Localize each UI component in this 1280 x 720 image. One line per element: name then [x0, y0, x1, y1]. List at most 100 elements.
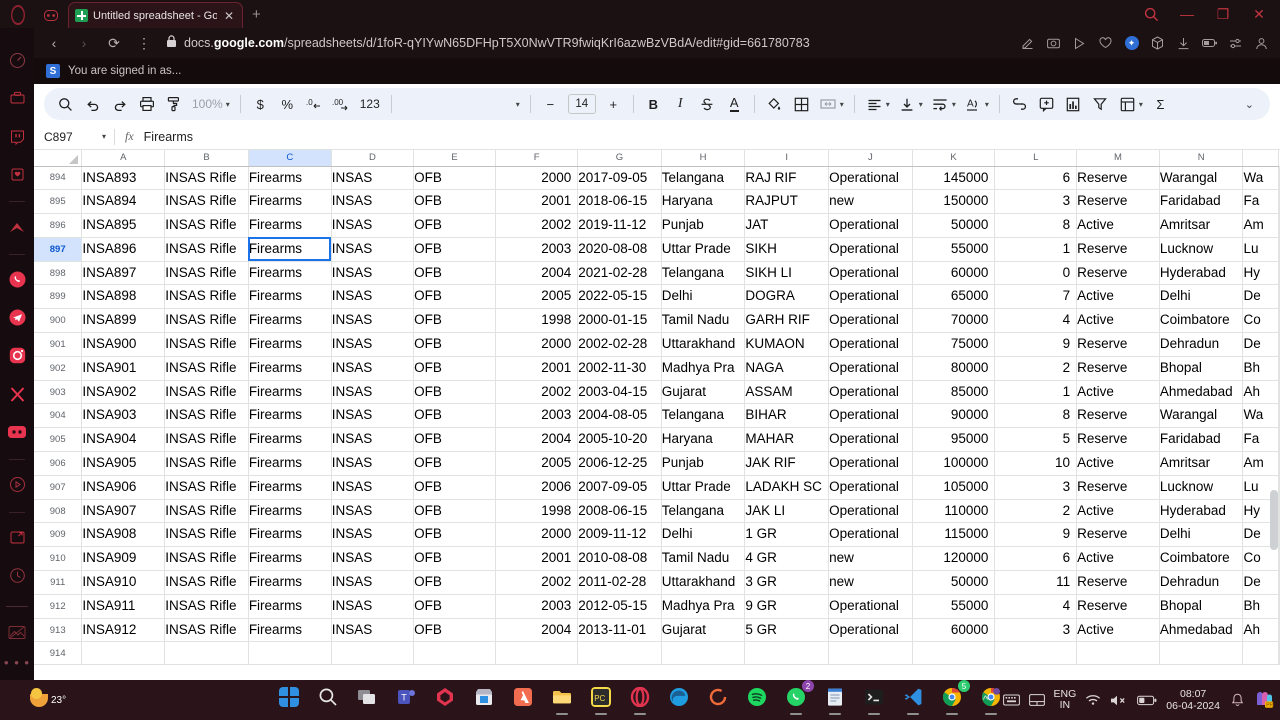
- text-rotation-icon[interactable]: A: [960, 90, 987, 118]
- grid-cell[interactable]: INSAS: [331, 594, 415, 619]
- grid-cell[interactable]: Firearms: [248, 499, 332, 524]
- grid-cell[interactable]: Punjab: [661, 213, 746, 238]
- grid-cell[interactable]: Operational: [828, 427, 913, 453]
- column-header-b[interactable]: B: [164, 150, 249, 167]
- grid-cell[interactable]: 2: [994, 499, 1078, 524]
- language-indicator[interactable]: ENG IN: [1054, 689, 1077, 711]
- table-row[interactable]: 908 INSA907 INSAS Rifle Firearms INSAS OFB 199…: [34, 499, 1280, 524]
- grid-cell[interactable]: [1278, 332, 1280, 357]
- grid-cell[interactable]: OFB: [413, 356, 497, 381]
- grid-cell[interactable]: 2009-11-12: [577, 522, 662, 548]
- grid-cell[interactable]: JAK RIF: [744, 451, 830, 476]
- column-header-h[interactable]: H: [661, 150, 746, 167]
- grid-cell[interactable]: [1278, 475, 1280, 500]
- grid-cell[interactable]: Uttar Prade: [661, 237, 746, 262]
- grid-cell[interactable]: Delhi: [1159, 522, 1244, 548]
- grid-cell[interactable]: GARH RIF: [744, 308, 830, 334]
- percent-format-button[interactable]: %: [274, 90, 301, 118]
- grid-cell[interactable]: Reserve: [1076, 237, 1160, 262]
- grid-cell[interactable]: 3: [994, 475, 1078, 500]
- grid-cell[interactable]: De: [1242, 570, 1279, 595]
- grid-cell[interactable]: 2002-02-28: [577, 332, 662, 357]
- grid-cell[interactable]: 2012-05-15: [577, 594, 662, 619]
- sidebar-item-telegram[interactable]: [0, 302, 34, 334]
- grid-cell[interactable]: Ahmedabad: [1159, 380, 1244, 405]
- wifi-icon[interactable]: [1085, 694, 1101, 706]
- grid-cell[interactable]: Co: [1242, 308, 1279, 334]
- forward-icon[interactable]: ›: [70, 30, 98, 56]
- grid-cell[interactable]: Operational: [828, 499, 913, 524]
- grid-cell[interactable]: Reserve: [1076, 356, 1160, 381]
- pdf-icon[interactable]: PRF: [1254, 691, 1274, 709]
- taskbar-search-icon[interactable]: [313, 683, 343, 717]
- grid-cell[interactable]: INSAS: [331, 427, 415, 453]
- grid-cell[interactable]: 2001: [495, 189, 579, 215]
- grid-cell[interactable]: Bh: [1242, 356, 1279, 381]
- keyboard-icon[interactable]: [1002, 694, 1020, 706]
- grid-cell[interactable]: 2010-08-08: [577, 546, 662, 572]
- grid-cell[interactable]: [1278, 451, 1280, 476]
- grid-cell[interactable]: INSAS Rifle: [164, 380, 249, 405]
- grid-cell[interactable]: Punjab: [661, 451, 746, 476]
- grid-cell[interactable]: INSA905: [81, 451, 166, 476]
- more-formats-button[interactable]: 123: [355, 97, 385, 111]
- grid-cell[interactable]: OFB: [413, 403, 497, 429]
- grid-cell[interactable]: 120000: [912, 546, 996, 572]
- grid-cell[interactable]: 1998: [495, 308, 579, 334]
- grid-cell[interactable]: 2013-11-01: [577, 618, 662, 643]
- grid-cell[interactable]: Active: [1076, 284, 1160, 310]
- grid-cell[interactable]: 85000: [912, 380, 996, 405]
- grid-cell[interactable]: 2002: [495, 380, 579, 405]
- font-family-chevron-icon[interactable]: ▾: [516, 100, 524, 109]
- grid-cell[interactable]: OFB: [413, 166, 497, 191]
- grid-cell[interactable]: 3: [994, 618, 1078, 643]
- taskbar-spotify-icon[interactable]: [742, 683, 772, 717]
- weather-widget[interactable]: 23°: [0, 687, 66, 707]
- taskbar-chrome-icon[interactable]: 5: [937, 680, 970, 717]
- grid-cell[interactable]: 80000: [912, 356, 996, 381]
- sidebar-item-player[interactable]: [0, 158, 34, 190]
- comment-icon[interactable]: [1033, 90, 1060, 118]
- row-header[interactable]: 898: [34, 261, 83, 286]
- grid-cell[interactable]: 2018-06-15: [577, 189, 662, 215]
- grid-cell[interactable]: Bh: [1242, 594, 1279, 619]
- tray-chevron-icon[interactable]: ^: [978, 694, 994, 706]
- grid-cell[interactable]: [1242, 641, 1279, 666]
- grid-cell[interactable]: [661, 641, 746, 666]
- grid-cell[interactable]: Firearms: [248, 427, 332, 453]
- column-header-m[interactable]: M: [1076, 150, 1160, 167]
- grid-cell[interactable]: [1278, 427, 1280, 453]
- grid-cell[interactable]: OFB: [413, 475, 497, 500]
- grid-cell[interactable]: [1278, 594, 1280, 619]
- table-row[interactable]: 907 INSA906 INSAS Rifle Firearms INSAS OFB 200…: [34, 475, 1280, 500]
- grid-cell[interactable]: Operational: [828, 213, 913, 238]
- grid-cell[interactable]: Wa: [1242, 166, 1279, 191]
- grid-cell[interactable]: INSA901: [81, 356, 166, 381]
- grid-cell[interactable]: 9: [994, 332, 1078, 357]
- grid-cell[interactable]: 2000-01-15: [577, 308, 662, 334]
- grid-cell[interactable]: [1076, 641, 1160, 666]
- grid-cell[interactable]: 2003: [495, 237, 579, 262]
- grid-cell[interactable]: 75000: [912, 332, 996, 357]
- grid-cell[interactable]: 2005: [495, 284, 579, 310]
- grid-cell[interactable]: Am: [1242, 451, 1279, 476]
- text-color-button[interactable]: A: [721, 90, 748, 118]
- row-header[interactable]: 904: [34, 403, 83, 429]
- redo-icon[interactable]: [106, 90, 133, 118]
- grid-cell[interactable]: OFB: [413, 332, 497, 357]
- column-header-f[interactable]: F: [495, 150, 579, 167]
- grid-cell[interactable]: 2003-04-15: [577, 380, 662, 405]
- grid-cell[interactable]: INSAS Rifle: [164, 403, 249, 429]
- row-header[interactable]: 902: [34, 356, 83, 381]
- sidebar-item-pinboard[interactable]: [0, 522, 34, 554]
- grid-cell[interactable]: INSAS: [331, 475, 415, 500]
- grid-cell[interactable]: INSAS: [331, 499, 415, 524]
- grid-cell[interactable]: 5: [994, 427, 1078, 453]
- grid-cell[interactable]: INSA898: [81, 284, 166, 310]
- table-row[interactable]: 903 INSA902 INSAS Rifle Firearms INSAS OFB 200…: [34, 380, 1280, 405]
- grid-cell[interactable]: 1998: [495, 499, 579, 524]
- grid-cell[interactable]: Operational: [828, 356, 913, 381]
- grid-cell[interactable]: [1278, 570, 1280, 595]
- back-icon[interactable]: ‹: [40, 30, 68, 56]
- grid-cell[interactable]: INSA896: [81, 237, 166, 262]
